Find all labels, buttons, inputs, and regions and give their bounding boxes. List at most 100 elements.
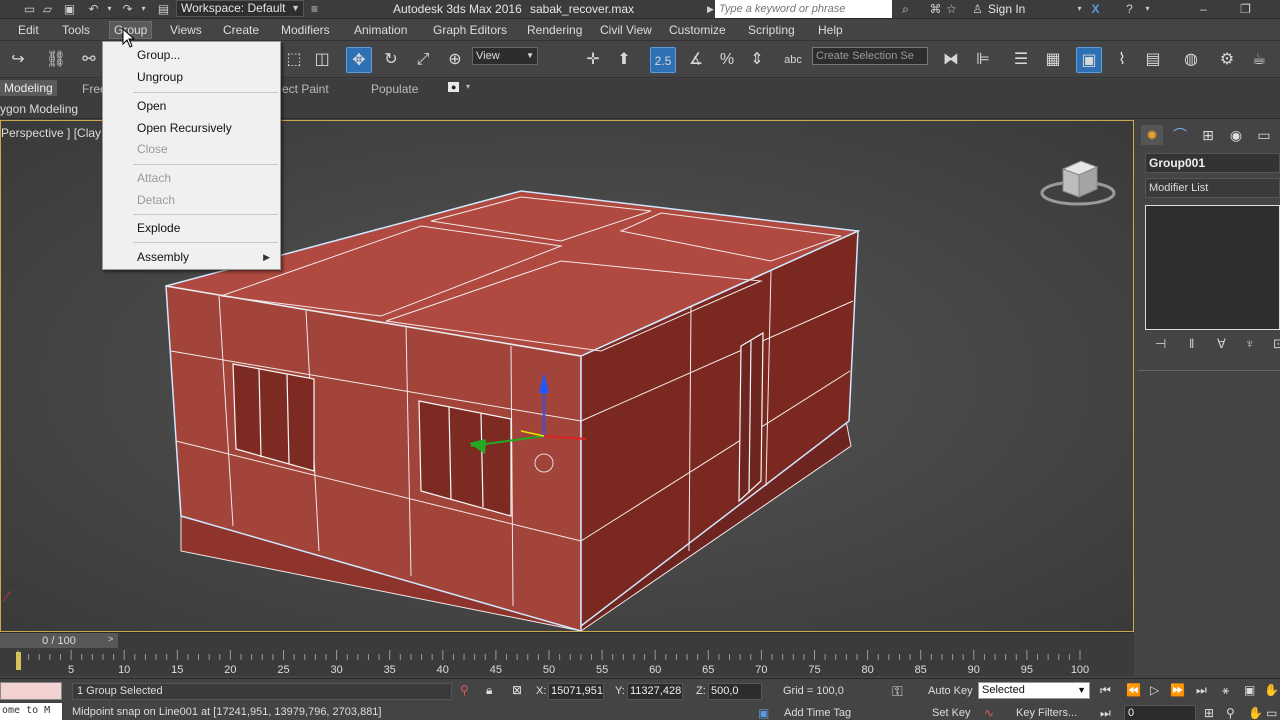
scene-explorer-icon[interactable]: ▣ [1076, 47, 1102, 73]
new-file-icon[interactable]: ▭ [22, 2, 37, 16]
toggle-ribbon-icon[interactable]: ▦ [1040, 47, 1066, 73]
help-icon[interactable]: ? [1122, 2, 1137, 16]
modifier-list-dropdown[interactable]: Modifier List [1145, 178, 1280, 198]
maxscript-listener-pink[interactable] [0, 682, 62, 700]
redo-dropdown-icon[interactable]: ▾ [136, 2, 151, 16]
current-frame-field[interactable]: 0 [1124, 705, 1196, 720]
help-dropdown-icon[interactable]: ▾ [1140, 2, 1155, 16]
menu-modifiers[interactable]: Modifiers [281, 23, 330, 37]
modify-tab-icon[interactable]: ⌒ [1169, 125, 1191, 145]
select-scale-icon[interactable]: ⤢ [410, 47, 436, 73]
mirror-icon[interactable]: ⧓ [938, 47, 964, 73]
link-icon[interactable]: ⛓ [43, 47, 69, 73]
menu-item-assembly[interactable]: Assembly [137, 250, 189, 264]
zoom-region-icon[interactable]: ⊞ [1204, 706, 1214, 720]
material-editor-icon[interactable]: ◍ [1178, 47, 1204, 73]
percent-snap-icon[interactable]: % [714, 47, 740, 73]
x-coordinate-field[interactable]: 15071,951 [548, 683, 604, 700]
create-tab-icon[interactable]: ✹ [1141, 125, 1163, 145]
menu-rendering[interactable]: Rendering [527, 23, 582, 37]
reference-coordinate-dropdown[interactable]: View ▼ [472, 47, 538, 65]
go-to-end-icon[interactable]: ⏭ [1196, 683, 1207, 698]
menu-item-open[interactable]: Open [137, 99, 166, 113]
render-icon[interactable]: ☕ [1246, 47, 1272, 73]
next-frame-icon[interactable]: > [108, 634, 113, 644]
tab-populate[interactable]: Populate [371, 82, 418, 96]
polygon-modeling-label[interactable]: ygon Modeling [0, 102, 78, 116]
render-setup-icon[interactable]: ⚙ [1214, 47, 1240, 73]
snap-toggle-icon[interactable]: 2.5 [650, 47, 676, 73]
selection-lock-icon[interactable]: 🔒︎ [486, 683, 492, 698]
time-slider-bar[interactable]: 0 / 100 > [0, 632, 1134, 649]
key-curve-icon[interactable]: ∿ [984, 706, 994, 720]
menu-views[interactable]: Views [170, 23, 202, 37]
align-icon[interactable]: ⊫ [970, 47, 996, 73]
edit-named-selection-icon[interactable]: abc [780, 47, 806, 73]
layer-explorer-icon[interactable]: ☰ [1008, 47, 1034, 73]
key-icon[interactable]: ⚿ [892, 683, 903, 700]
key-mode-toggle-icon[interactable]: ⏭ [1100, 706, 1111, 720]
hand-icon[interactable]: ✋ [1248, 706, 1263, 720]
key-filters-button[interactable]: Key Filters... [1016, 707, 1077, 719]
tab-object-paint[interactable]: ect Paint [282, 82, 329, 96]
select-place-icon[interactable]: ⊕ [442, 47, 468, 73]
menu-edit[interactable]: Edit [18, 23, 39, 37]
fov-icon[interactable]: ▭ [1266, 706, 1277, 720]
hierarchy-tab-icon[interactable]: ⊞ [1197, 125, 1219, 145]
time-slider[interactable]: 0 / 100 [0, 633, 118, 649]
y-coordinate-field[interactable]: 11327,428 [627, 683, 683, 700]
viewport-label[interactable]: Perspective ] [Clay + [1, 126, 111, 140]
favorites-star-icon[interactable]: ☆ [944, 2, 959, 16]
redo-arrow-icon[interactable]: ↪ [5, 47, 31, 73]
go-to-start-icon[interactable]: ⏮ [1100, 683, 1111, 698]
make-unique-icon[interactable]: ∀ [1217, 336, 1226, 352]
play-icon[interactable]: ▷ [1150, 683, 1159, 697]
motion-tab-icon[interactable]: ◉ [1225, 125, 1247, 145]
select-region-icon[interactable]: ⬚ [281, 47, 307, 73]
menu-item-explode[interactable]: Explode [137, 221, 180, 235]
menu-civil-view[interactable]: Civil View [600, 23, 652, 37]
tab-modeling[interactable]: Modeling [0, 80, 57, 96]
signin-dropdown-icon[interactable]: ▾ [1072, 2, 1087, 16]
add-time-tag-button[interactable]: Add Time Tag [784, 707, 851, 719]
menu-item-group[interactable]: Group... [137, 48, 180, 62]
next-frame-button-icon[interactable]: ⏩ [1170, 683, 1185, 697]
project-folder-icon[interactable]: ▤ [156, 2, 171, 16]
angle-snap-icon[interactable]: ∡ [683, 47, 709, 73]
pivot-center-icon[interactable]: ✛ [580, 47, 606, 73]
set-key-button[interactable]: Set Key [932, 707, 971, 719]
user-icon[interactable]: ♙ [970, 2, 985, 16]
walk-icon[interactable]: ⚲ [1226, 706, 1235, 720]
menu-tools[interactable]: Tools [62, 23, 90, 37]
show-end-result-icon[interactable]: ‖ [1189, 336, 1194, 351]
remove-modifier-icon[interactable]: ♆ [1245, 336, 1255, 351]
track-bar[interactable]: 5 10 15 20 25 30 35 40 45 50 55 60 65 70 75 80 85 90 95 100 [0, 648, 1134, 676]
orbit-icon[interactable]: ⚹ [1222, 683, 1229, 698]
open-file-icon[interactable]: ▱ [40, 2, 55, 16]
communication-center-icon[interactable]: ⌘ [928, 2, 943, 16]
menu-graph-editors[interactable]: Graph Editors [433, 23, 507, 37]
absolute-relative-icon[interactable]: ⊠ [512, 683, 522, 697]
menu-help[interactable]: Help [818, 23, 843, 37]
schematic-view-icon[interactable]: ▤ [1140, 47, 1166, 73]
object-name-field[interactable]: Group001 [1145, 153, 1280, 173]
display-tab-icon[interactable]: ▭ [1253, 125, 1275, 145]
select-move-icon[interactable]: ✥ [346, 47, 372, 73]
maximize-viewport-icon[interactable]: ▣ [1244, 683, 1255, 697]
isolate-selection-icon[interactable]: ⚲ [460, 683, 469, 697]
unlink-icon[interactable]: ⚯ [76, 47, 102, 73]
workspace-dropdown[interactable]: Workspace: Default ▼ [176, 0, 304, 17]
menu-customize[interactable]: Customize [669, 23, 726, 37]
ribbon-options-icon[interactable]: ● [448, 82, 460, 92]
previous-frame-icon[interactable]: ⏪ [1126, 683, 1141, 697]
select-manipulate-icon[interactable]: ⬆ [611, 47, 637, 73]
minimize-icon[interactable]: – [1196, 2, 1211, 16]
undo-dropdown-icon[interactable]: ▾ [102, 2, 117, 16]
redo-icon[interactable]: ↷ [120, 2, 135, 16]
time-tag-icon[interactable]: ▣ [758, 706, 769, 720]
pin-stack-icon[interactable]: ⊣ [1155, 336, 1166, 352]
chevron-down-icon[interactable]: ▾ [466, 82, 470, 91]
maximize-icon[interactable]: ❐ [1238, 2, 1253, 16]
menu-scripting[interactable]: Scripting [748, 23, 795, 37]
sign-in-link[interactable]: Sign In [988, 2, 1025, 16]
